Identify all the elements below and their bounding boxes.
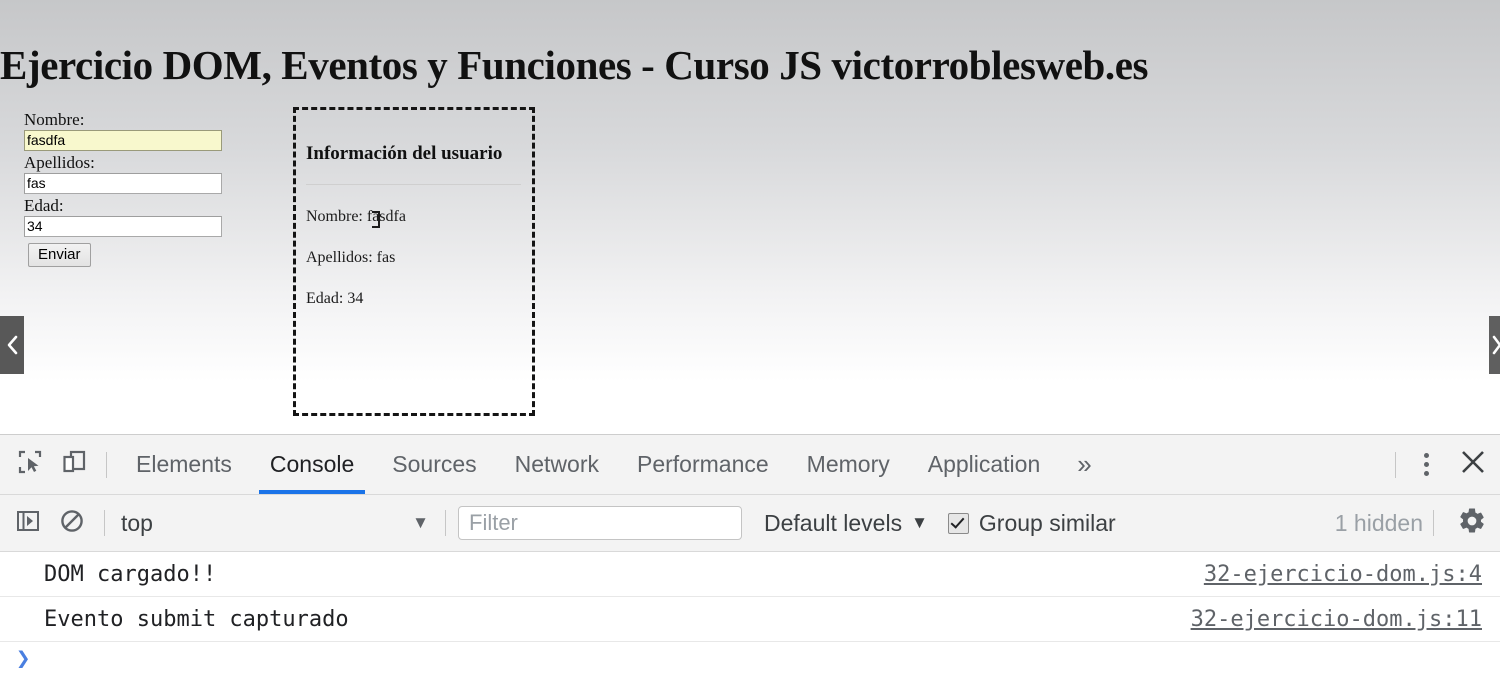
kebab-menu-icon[interactable] (1406, 453, 1446, 476)
tab-sources[interactable]: Sources (373, 436, 495, 494)
console-toolbar-divider-1 (104, 510, 105, 536)
user-info-nombre: Nombre: fasdfa (306, 208, 406, 225)
chevron-down-icon: ▼ (412, 513, 429, 532)
user-info-box: Información del usuario Nombre: fasdfa A… (293, 107, 535, 416)
console-sidebar-toggle-icon (15, 508, 41, 539)
user-info-apellidos: Apellidos: fas (306, 249, 396, 266)
clear-console-icon (59, 508, 85, 539)
group-similar-label: Group similar (978, 509, 1116, 536)
chevron-left-icon (5, 334, 19, 356)
submit-button[interactable]: Enviar (28, 243, 91, 267)
console-message-text: Evento submit capturado (44, 606, 349, 632)
tab-console[interactable]: Console (251, 436, 373, 494)
user-info-edad: Edad: 34 (306, 290, 364, 307)
console-message-row[interactable]: DOM cargado!! 32-ejercicio-dom.js:4 (0, 552, 1500, 597)
nombre-input[interactable] (24, 130, 222, 151)
group-similar-checkbox[interactable] (947, 512, 969, 534)
carousel-prev-button[interactable] (0, 316, 24, 374)
console-context-select[interactable]: top ▼ (115, 506, 435, 540)
console-toolbar-divider-2 (445, 510, 446, 536)
user-info-divider (306, 184, 521, 185)
devtools-tabbar: Elements Console Sources Network Perform… (0, 435, 1500, 495)
console-message-source-link[interactable]: 32-ejercicio-dom.js:4 (1204, 562, 1482, 587)
devtools-tabbar-actions (1385, 435, 1500, 494)
close-devtools-button[interactable] (1446, 447, 1500, 482)
console-toolbar: top ▼ Default levels ▼ Group similar 1 h… (0, 495, 1500, 552)
edad-input[interactable] (24, 216, 222, 237)
console-log-levels-select[interactable]: Default levels ▼ (764, 510, 928, 537)
apellidos-label: Apellidos: (24, 153, 95, 172)
device-toolbar-button[interactable] (52, 443, 96, 487)
hidden-messages-count: 1 hidden (1334, 509, 1423, 536)
more-tabs-button[interactable]: » (1059, 436, 1109, 494)
tabbar-divider (106, 451, 107, 478)
user-info-title: Información del usuario (306, 143, 503, 164)
page-title: Ejercicio DOM, Eventos y Funciones - Cur… (0, 42, 1149, 89)
tab-elements[interactable]: Elements (117, 436, 251, 494)
close-icon (1458, 447, 1488, 482)
console-message-row[interactable]: Evento submit capturado 32-ejercicio-dom… (0, 597, 1500, 642)
chevron-down-icon: ▼ (911, 513, 928, 532)
nombre-label: Nombre: (24, 110, 85, 129)
tabbar-divider-right (1395, 451, 1396, 478)
browser-page-viewport: Ejercicio DOM, Eventos y Funciones - Cur… (0, 0, 1500, 434)
inspect-element-icon (17, 449, 43, 480)
user-form: Nombre: Apellidos: Edad: Enviar (24, 110, 284, 267)
console-settings-button[interactable] (1444, 506, 1500, 541)
carousel-next-button[interactable] (1489, 316, 1500, 374)
device-toolbar-icon (61, 449, 87, 480)
console-log-levels-label: Default levels (764, 509, 903, 536)
devtools-panel: Elements Console Sources Network Perform… (0, 434, 1500, 684)
console-filter-input[interactable] (458, 506, 742, 540)
edad-label: Edad: (24, 196, 64, 215)
apellidos-input[interactable] (24, 173, 222, 194)
console-context-label: top (121, 509, 153, 536)
gear-icon (1457, 506, 1487, 541)
console-message-text: DOM cargado!! (44, 561, 217, 587)
group-similar-toggle[interactable]: Group similar (947, 509, 1116, 537)
tab-performance[interactable]: Performance (618, 436, 788, 494)
inspect-element-button[interactable] (8, 443, 52, 487)
clear-console-button[interactable] (50, 501, 94, 545)
tab-application[interactable]: Application (909, 436, 1060, 494)
console-prompt-caret-icon: ❯ (16, 644, 31, 672)
console-sidebar-toggle-button[interactable] (6, 501, 50, 545)
chevron-right-icon (1492, 334, 1500, 356)
console-prompt[interactable]: ❯ (0, 642, 1500, 682)
tab-network[interactable]: Network (496, 436, 618, 494)
tab-memory[interactable]: Memory (788, 436, 909, 494)
console-message-source-link[interactable]: 32-ejercicio-dom.js:11 (1191, 607, 1482, 632)
console-message-list: DOM cargado!! 32-ejercicio-dom.js:4 Even… (0, 552, 1500, 682)
console-toolbar-divider-3 (1433, 510, 1434, 536)
